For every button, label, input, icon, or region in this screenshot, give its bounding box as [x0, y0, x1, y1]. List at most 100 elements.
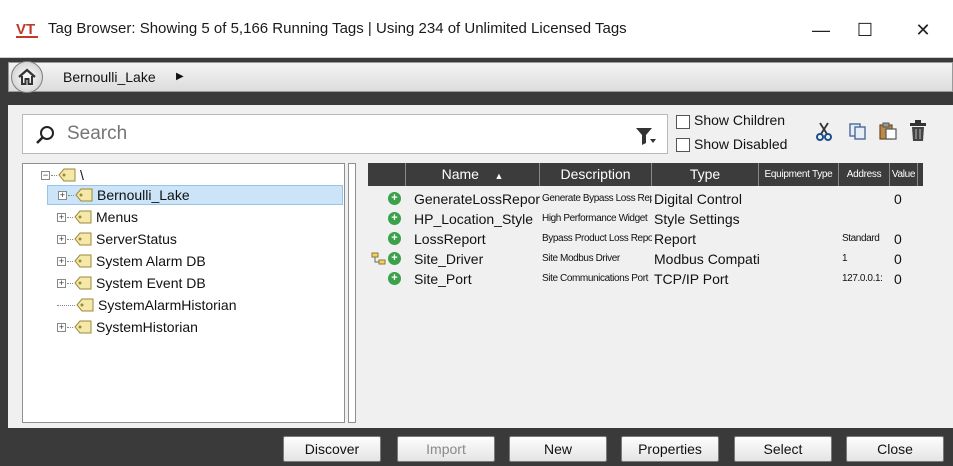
window-title: Tag Browser: Showing 5 of 5,166 Running …: [48, 20, 627, 37]
cell-name: Site_Port: [414, 271, 472, 287]
status-ok-icon: +: [388, 272, 401, 285]
tag-icon: [74, 254, 92, 268]
tag-icon: [74, 320, 92, 334]
breadcrumb-item[interactable]: Bernoulli_Lake: [63, 69, 156, 85]
tree-item-label: SystemHistorian: [96, 319, 198, 335]
tree-item-label: SystemAlarmHistorian: [98, 297, 237, 313]
tree-item[interactable]: + System Alarm DB: [57, 251, 206, 271]
discover-button[interactable]: Discover: [283, 436, 381, 462]
cell-address: [842, 189, 890, 209]
import-button[interactable]: Import: [397, 436, 495, 462]
close-button[interactable]: Close: [846, 436, 944, 462]
tree-item[interactable]: SystemAlarmHistorian: [57, 295, 236, 315]
paste-button[interactable]: [876, 119, 900, 143]
collapse-icon[interactable]: −: [41, 170, 50, 180]
maximize-button[interactable]: ☐: [842, 10, 888, 50]
column-header-address[interactable]: Address: [839, 163, 890, 186]
delete-button[interactable]: [906, 119, 930, 143]
cell-type: Style Settings: [654, 211, 740, 227]
cell-address: 1: [842, 253, 848, 264]
expand-icon[interactable]: +: [57, 256, 66, 266]
column-header-description[interactable]: Description: [540, 163, 652, 186]
cell-type: Report: [654, 231, 697, 247]
home-button[interactable]: [11, 61, 43, 93]
tree-item[interactable]: + ServerStatus: [57, 229, 177, 249]
cell-type: Digital Control: [654, 191, 742, 207]
tree-item[interactable]: + System Event DB: [57, 273, 206, 293]
search-box: [22, 114, 668, 154]
tag-icon: [75, 188, 93, 202]
table-row[interactable]: + LossReport Bypass Product Loss Repo Repor…: [368, 229, 923, 249]
expand-icon[interactable]: +: [57, 212, 66, 222]
table-row[interactable]: + Site_Driver Site Modbus Driver Modbus Com…: [368, 249, 923, 269]
cell-value: 0: [894, 191, 902, 207]
breadcrumb: Bernoulli_Lake ▶: [8, 61, 953, 93]
select-button[interactable]: Select: [734, 436, 832, 462]
tag-icon: [76, 298, 94, 312]
main-panel: Show Children Show Disabled: [8, 105, 953, 428]
cell-equipment-type: [761, 209, 839, 229]
tag-icon: [58, 168, 76, 182]
cell-equipment-type: [761, 229, 839, 249]
column-header-icon: [368, 163, 406, 186]
cell-type: TCP/IP Port: [654, 271, 729, 287]
tree-item[interactable]: + Menus: [57, 207, 138, 227]
svg-text:VT: VT: [16, 21, 35, 38]
tag-tree[interactable]: − \ + Bernoulli_Lake + Menus + ServerStatus + S…: [22, 163, 345, 423]
minimize-button[interactable]: —: [798, 10, 844, 50]
home-icon: [18, 68, 36, 85]
panel-splitter[interactable]: [348, 163, 356, 423]
cell-name: Site_Driver: [414, 251, 484, 267]
tag-table: Name ▲ Description Type Equipment Type A…: [368, 163, 953, 423]
status-ok-icon: +: [388, 232, 401, 245]
new-button[interactable]: New: [509, 436, 607, 462]
show-disabled-label: Show Disabled: [694, 136, 788, 152]
close-window-button[interactable]: ✕: [900, 10, 946, 50]
tag-browser-window: VT Tag Browser: Showing 5 of 5,166 Runni…: [0, 0, 953, 466]
show-children-checkbox[interactable]: [676, 115, 690, 129]
cell-name: GenerateLossReport: [414, 191, 540, 207]
expand-icon[interactable]: +: [57, 234, 66, 244]
expand-icon[interactable]: +: [58, 190, 67, 200]
tree-item[interactable]: + Bernoulli_Lake: [47, 185, 343, 205]
tree-item[interactable]: + SystemHistorian: [57, 317, 198, 337]
show-disabled-checkbox[interactable]: [676, 138, 690, 152]
properties-button[interactable]: Properties: [621, 436, 719, 462]
table-row[interactable]: + HP_Location_Style High Performance Widge…: [368, 209, 923, 229]
vts-logo-icon: VT: [16, 21, 38, 38]
tree-item-label: Bernoulli_Lake: [97, 187, 190, 203]
cell-value: 0: [894, 231, 902, 247]
table-row[interactable]: + Site_Port Site Communications Port TCP/IP…: [368, 269, 923, 289]
button-bar: Discover Import New Properties Select Cl…: [0, 428, 953, 466]
cell-equipment-type: [761, 189, 839, 209]
paste-icon: [879, 122, 897, 140]
cell-equipment-type: [761, 249, 839, 269]
cell-description: Generate Bypass Loss Rep: [542, 193, 652, 204]
copy-button[interactable]: [846, 119, 870, 143]
status-ok-icon: +: [388, 252, 401, 265]
filter-icon[interactable]: [635, 126, 657, 146]
tree-root-label: \: [80, 167, 84, 183]
table-row[interactable]: + GenerateLossReport Generate Bypass Loss …: [368, 189, 923, 209]
expand-icon[interactable]: +: [57, 322, 66, 332]
search-input[interactable]: [67, 122, 587, 146]
search-icon: [36, 126, 54, 144]
tree-root[interactable]: − \: [41, 165, 84, 185]
expand-icon[interactable]: +: [57, 278, 66, 288]
column-header-equipment-type[interactable]: Equipment Type: [759, 163, 839, 186]
column-header-value[interactable]: Value: [890, 163, 918, 186]
tag-icon: [74, 232, 92, 246]
column-header-name[interactable]: Name ▲: [406, 163, 540, 186]
column-header-type[interactable]: Type: [652, 163, 759, 186]
driver-link-icon: [371, 252, 386, 265]
sort-ascending-icon: ▲: [494, 171, 504, 181]
tree-item-label: Menus: [96, 209, 139, 225]
cell-description: Bypass Product Loss Repo: [542, 233, 652, 244]
cell-value: [894, 209, 920, 229]
tree-item-label: System Event DB: [96, 275, 206, 291]
cut-icon: [816, 122, 832, 141]
cut-button[interactable]: [812, 119, 836, 143]
breadcrumb-arrow-icon[interactable]: ▶: [176, 71, 184, 82]
cell-address: [842, 209, 890, 229]
tag-icon: [74, 276, 92, 290]
